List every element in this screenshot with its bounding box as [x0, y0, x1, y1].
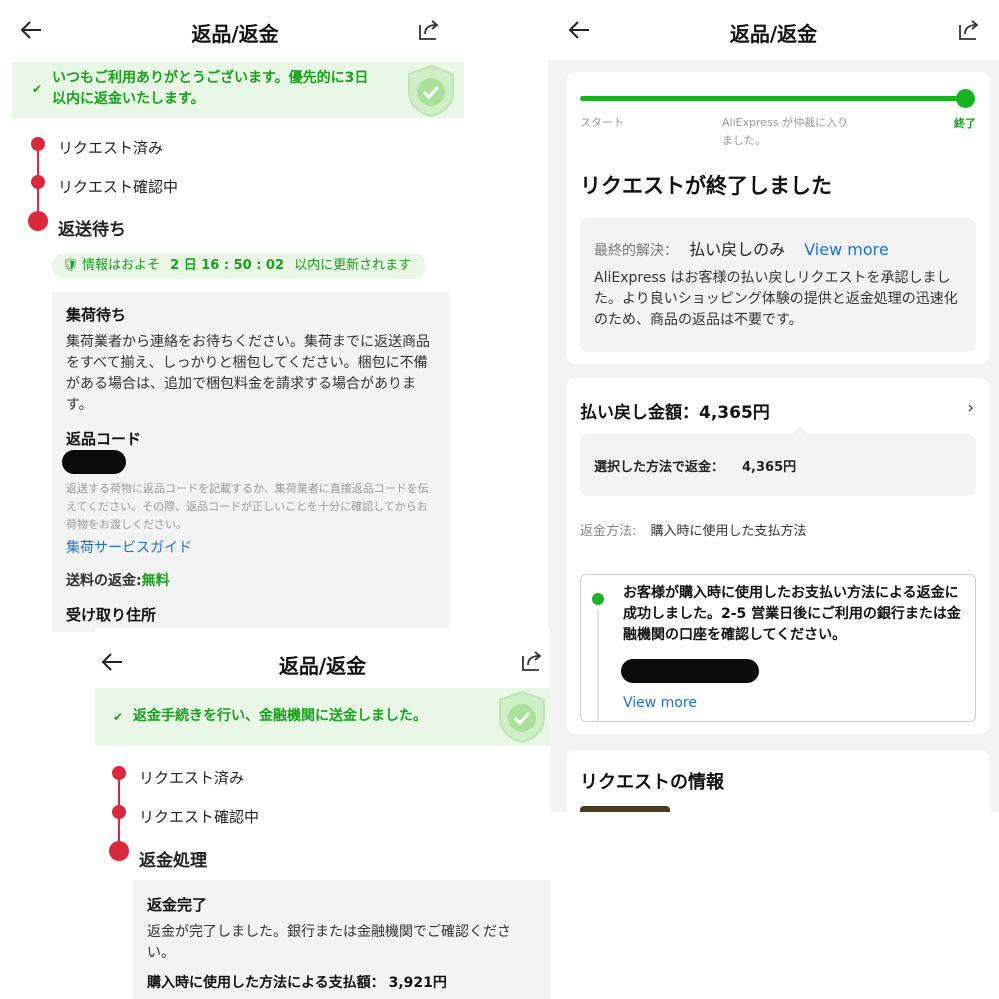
- step-refund-processing: 返金処理: [139, 851, 207, 871]
- refund-amount-label: 払い戻し金額：: [580, 403, 699, 423]
- shipping-refund-value: 無料: [141, 573, 170, 589]
- check-icon: ✔: [113, 710, 124, 724]
- shield-check-icon: [408, 64, 454, 118]
- refund-method-row: 選択した方法で返金： 4,365円: [594, 456, 796, 475]
- return-address-label: 受け取り住所: [66, 606, 157, 624]
- page-title: 返品/返金: [729, 22, 818, 46]
- shipping-refund-label: 送料の返金:: [66, 573, 142, 589]
- request-closed-heading: リクエストが終了しました: [580, 174, 832, 198]
- resolution-label: 最終的解決：: [594, 243, 678, 259]
- step-dot-done: [112, 766, 126, 780]
- header: 返品/返金: [95, 628, 550, 688]
- pickup-title: 集荷待ち: [66, 306, 127, 324]
- step-reviewing: リクエスト確認中: [58, 178, 179, 196]
- step-dot-done: [31, 175, 45, 189]
- notice-line: [597, 609, 599, 721]
- refund-card: 払い戻し金額：4,365円 › 選択した方法で返金： 4,365円 返金方法: 購…: [566, 378, 990, 734]
- step-requested: リクエスト済み: [139, 769, 245, 787]
- return-code-title: 返品コード: [66, 430, 142, 448]
- return-status-panel-refunded: 返品/返金 ✔ 返金手続きを行い、金融機関に送金しました。 リクエスト済み リク…: [95, 628, 550, 999]
- header: 返品/返金: [548, 0, 999, 60]
- progress-middle-label: AliExpress が仲裁に入りました。: [722, 116, 849, 147]
- share-icon[interactable]: [521, 650, 543, 672]
- notice-dot: [592, 593, 604, 605]
- step-dot-current: [28, 211, 48, 231]
- refund-amount-value: 4,365円: [699, 403, 770, 423]
- refund-complete-title: 返金完了: [147, 896, 208, 914]
- step-dot-current: [109, 841, 129, 861]
- request-info-heading: リクエストの情報: [580, 772, 724, 793]
- progress-start-label: スタート: [580, 116, 624, 129]
- return-status-panel-closed: 返品/返金 スタート AliExpress が仲裁に入りました。 終了 リクエス…: [548, 0, 999, 812]
- redacted-account: [621, 659, 759, 683]
- banner-text: 返金手続きを行い、金融機関に送金しました。: [133, 708, 427, 724]
- share-icon[interactable]: [958, 19, 980, 41]
- refund-payment-label: 返金方法:: [580, 524, 637, 539]
- header: 返品/返金: [0, 0, 470, 60]
- shipping-refund: 送料の返金:無料: [66, 571, 170, 592]
- product-thumbnail: [580, 806, 670, 812]
- step-awaiting-return: 返送待ち: [58, 220, 126, 240]
- refund-method-box: 選択した方法で返金： 4,365円: [580, 434, 976, 496]
- progress-fill: [580, 96, 964, 101]
- redacted-return-code: [62, 450, 126, 474]
- page-title: 返品/返金: [191, 22, 279, 46]
- refund-amount-row[interactable]: 払い戻し金額：4,365円 ›: [580, 398, 976, 423]
- share-icon[interactable]: [418, 19, 440, 41]
- pickup-body: 集荷業者から連絡をお待ちください。集荷までに返送商品をすべて揃え、しっかりと梱包…: [66, 334, 430, 413]
- banner-text: いつもご利用ありがとうございます。優先的に3日以内に返金いたします。: [52, 70, 369, 107]
- step-reviewing: リクエスト確認中: [139, 808, 260, 826]
- timer-value: 2 日 16 : 50 : 02: [170, 258, 285, 273]
- step-dot-done: [31, 137, 45, 151]
- shield-check-icon: [499, 690, 545, 744]
- refund-success-notice: お客様が購入時に使用したお支払い方法による返金に成功しました。2-5 営業日後に…: [580, 574, 976, 722]
- refund-payment-row: 返金方法: 購入時に使用した支払方法: [580, 520, 807, 539]
- update-timer-pill: 🛡 情報はおよそ 2 日 16 : 50 : 02 以内に更新されます: [52, 253, 426, 279]
- resolution-view-more-link[interactable]: View more: [804, 240, 889, 259]
- resolution-description: AliExpress はお客様の払い戻しリクエストを承認しました。より良いショッ…: [594, 270, 958, 328]
- refund-method-amount: 4,365円: [742, 460, 797, 475]
- request-status-card: スタート AliExpress が仲裁に入りました。 終了 リクエストが終了しま…: [566, 72, 990, 364]
- notice-text: お客様が購入時に使用したお支払い方法による返金に成功しました。2-5 営業日後に…: [623, 585, 961, 643]
- page-title: 返品/返金: [278, 654, 367, 678]
- pickup-info-box: 集荷待ち 集荷業者から連絡をお待ちください。集荷までに返送商品をすべて揃え、しっ…: [52, 292, 450, 632]
- paid-amount-label: 購入時に使用した方法による支払額：: [147, 975, 385, 991]
- timer-suffix: 以内に更新されます: [294, 258, 412, 273]
- refund-payment-value: 購入時に使用した支払方法: [650, 524, 807, 539]
- progress-handle: [956, 89, 975, 108]
- pickup-guide-link[interactable]: 集荷サービスガイド: [66, 538, 192, 559]
- paid-amount-value: 3,921円: [388, 975, 447, 991]
- step-requested: リクエスト済み: [58, 139, 164, 157]
- priority-banner: ✔ いつもご利用ありがとうございます。優先的に3日以内に返金いたします。: [12, 62, 464, 118]
- progress-end-label: 終了: [954, 117, 976, 130]
- paid-amount-row: 購入時に使用した方法による支払額： 3,921円: [147, 972, 447, 992]
- resolution-box: 最終的解決： 払い戻しのみ View more AliExpress はお客様の…: [580, 218, 976, 352]
- check-icon: ✔: [32, 82, 43, 96]
- step-dot-done: [112, 805, 126, 819]
- resolution-value: 払い戻しのみ: [689, 240, 786, 259]
- refund-pointer: [792, 426, 808, 434]
- shield-icon: 🛡: [62, 258, 79, 273]
- refund-method-label: 選択した方法で返金：: [594, 460, 725, 475]
- timer-prefix: 情報はおよそ: [82, 258, 161, 273]
- return-code-note: 返送する荷物に返品コードを記載するか、集荷業者に直接返品コードを伝えてください。…: [66, 482, 429, 531]
- resolution-row: 最終的解決： 払い戻しのみ View more: [594, 236, 889, 260]
- refund-complete-box: 返金完了 返金が完了しました。銀行または金融機関でご確認ください。 購入時に使用…: [133, 880, 550, 999]
- chevron-right-icon[interactable]: ›: [967, 398, 974, 418]
- refund-complete-body: 返金が完了しました。銀行または金融機関でご確認ください。: [147, 924, 511, 961]
- refund-sent-banner: ✔ 返金手続きを行い、金融機関に送金しました。: [95, 688, 550, 746]
- request-info-card: リクエストの情報: [566, 750, 990, 812]
- notice-view-more-link[interactable]: View more: [623, 695, 697, 711]
- return-status-panel-waiting: 返品/返金 ✔ いつもご利用ありがとうございます。優先的に3日以内に返金いたしま…: [0, 0, 470, 632]
